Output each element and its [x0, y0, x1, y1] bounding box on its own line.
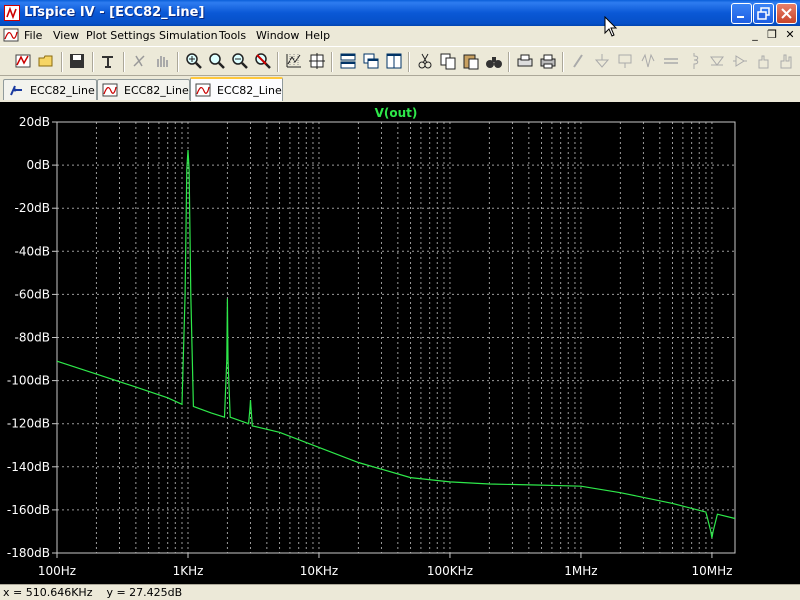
control-panel-icon[interactable]	[99, 52, 117, 70]
mdi-minimize-button[interactable]: _	[747, 28, 763, 42]
x-tick-label: 100Hz	[38, 564, 76, 578]
toolbar-separator	[123, 52, 125, 72]
tile-icon[interactable]	[385, 52, 403, 70]
tab-waveform-active[interactable]: ECC82_Line	[190, 77, 283, 101]
toolbar-separator	[562, 52, 564, 72]
tile-horizontal-icon[interactable]	[339, 52, 357, 70]
resistor-icon[interactable]	[639, 52, 657, 70]
mdi-restore-button[interactable]: ❐	[764, 28, 780, 42]
waveform-icon	[195, 83, 211, 97]
fit-icon[interactable]	[308, 52, 326, 70]
waveform-chart[interactable]: 20dB 0dB -20dB -40dB -60dB -80dB -100dB -120dB -…	[0, 102, 800, 584]
y-tick-label: -20dB	[15, 201, 50, 215]
x-tick-label: 10KHz	[300, 564, 338, 578]
waveform-viewer[interactable]: 20dB 0dB -20dB -40dB -60dB -80dB -100dB -120dB -…	[0, 102, 800, 584]
label-icon[interactable]	[616, 52, 634, 70]
toolbar	[0, 46, 800, 76]
menu-window[interactable]: Window	[256, 29, 299, 42]
menu-tools[interactable]: Tools	[219, 29, 246, 42]
cut-icon[interactable]	[416, 52, 434, 70]
document-tab-strip: ECC82_Line ECC82_Line ECC82_Line	[0, 77, 800, 101]
minimize-icon	[737, 16, 744, 18]
toolbar-separator	[92, 52, 94, 72]
halt-icon[interactable]	[130, 52, 148, 70]
save-icon[interactable]	[68, 52, 86, 70]
toolbar-separator	[277, 52, 279, 72]
mouse-pointer-icon	[604, 16, 618, 37]
copy-icon[interactable]	[439, 52, 457, 70]
paste-icon[interactable]	[462, 52, 480, 70]
zoom-out-area-icon[interactable]	[208, 52, 226, 70]
toolbar-separator	[408, 52, 410, 72]
waveform-icon	[102, 83, 118, 97]
menu-plot-settings[interactable]: Plot Settings	[86, 29, 155, 42]
y-tick-label: 0dB	[27, 158, 50, 172]
y-tick-label: 20dB	[19, 115, 50, 129]
tab-waveform-1[interactable]: ECC82_Line	[97, 79, 190, 100]
y-tick-label: -120dB	[7, 417, 50, 431]
inductor-icon[interactable]	[685, 52, 703, 70]
restore-icon	[757, 7, 770, 20]
title-bar[interactable]: LTspice IV - [ECC82_Line]	[0, 0, 800, 26]
child-window-icon[interactable]	[3, 27, 19, 43]
ltspice-app-icon[interactable]	[4, 5, 20, 21]
cascade-icon[interactable]	[362, 52, 380, 70]
mdi-close-button[interactable]: ✕	[782, 28, 798, 42]
move-icon[interactable]	[754, 52, 772, 70]
tab-schematic[interactable]: ECC82_Line	[3, 79, 97, 100]
menu-help[interactable]: Help	[305, 29, 330, 42]
trace-label: V(out)	[375, 106, 418, 120]
wire-icon[interactable]	[570, 52, 588, 70]
y-tick-label: -60dB	[15, 287, 50, 301]
run-icon[interactable]	[14, 52, 32, 70]
ltspice-window: LTspice IV - [ECC82_Line] File View Plot…	[0, 0, 800, 600]
print-preview-icon[interactable]	[516, 52, 534, 70]
y-tick-label: -180dB	[7, 546, 50, 560]
close-button[interactable]	[776, 3, 797, 24]
menu-simulation[interactable]: Simulation	[159, 29, 218, 42]
toolbar-separator	[508, 52, 510, 72]
restore-button[interactable]	[753, 3, 774, 24]
toolbar-separator	[331, 52, 333, 72]
zoom-out-icon[interactable]	[231, 52, 249, 70]
x-tick-label: 1MHz	[564, 564, 597, 578]
tab-label: ECC82_Line	[217, 84, 282, 97]
minimize-button[interactable]	[731, 3, 752, 24]
y-tick-label: -100dB	[7, 374, 50, 388]
menu-file[interactable]: File	[24, 29, 42, 42]
x-tick-label: 10MHz	[691, 564, 732, 578]
zoom-cancel-icon[interactable]	[254, 52, 272, 70]
capacitor-icon[interactable]	[662, 52, 680, 70]
window-title: LTspice IV - [ECC82_Line]	[24, 5, 205, 20]
cursor-readout: x = 510.646KHz y = 27.425dB	[3, 586, 183, 599]
close-icon	[781, 8, 792, 19]
drag-icon[interactable]	[777, 52, 795, 70]
y-tick-label: -160dB	[7, 503, 50, 517]
y-tick-label: -80dB	[15, 331, 50, 345]
status-bar: x = 510.646KHz y = 27.425dB	[0, 584, 800, 600]
find-icon[interactable]	[485, 52, 503, 70]
open-icon[interactable]	[37, 52, 55, 70]
menu-view[interactable]: View	[53, 29, 79, 42]
zoom-in-icon[interactable]	[185, 52, 203, 70]
print-icon[interactable]	[539, 52, 557, 70]
ground-icon[interactable]	[593, 52, 611, 70]
tab-label: ECC82_Line	[30, 84, 95, 97]
x-tick-label: 1KHz	[173, 564, 204, 578]
x-tick-label: 100KHz	[427, 564, 473, 578]
y-tick-label: -140dB	[7, 460, 50, 474]
autorange-icon[interactable]	[285, 52, 303, 70]
toolbar-separator	[177, 52, 179, 72]
tab-label: ECC82_Line	[124, 84, 189, 97]
schematic-icon	[8, 83, 24, 97]
menu-bar: File View Plot Settings Simulation Tools…	[0, 26, 800, 45]
pan-icon[interactable]	[153, 52, 171, 70]
toolbar-separator	[61, 52, 63, 72]
diode-icon[interactable]	[708, 52, 726, 70]
component-icon[interactable]	[731, 52, 749, 70]
y-tick-label: -40dB	[15, 244, 50, 258]
